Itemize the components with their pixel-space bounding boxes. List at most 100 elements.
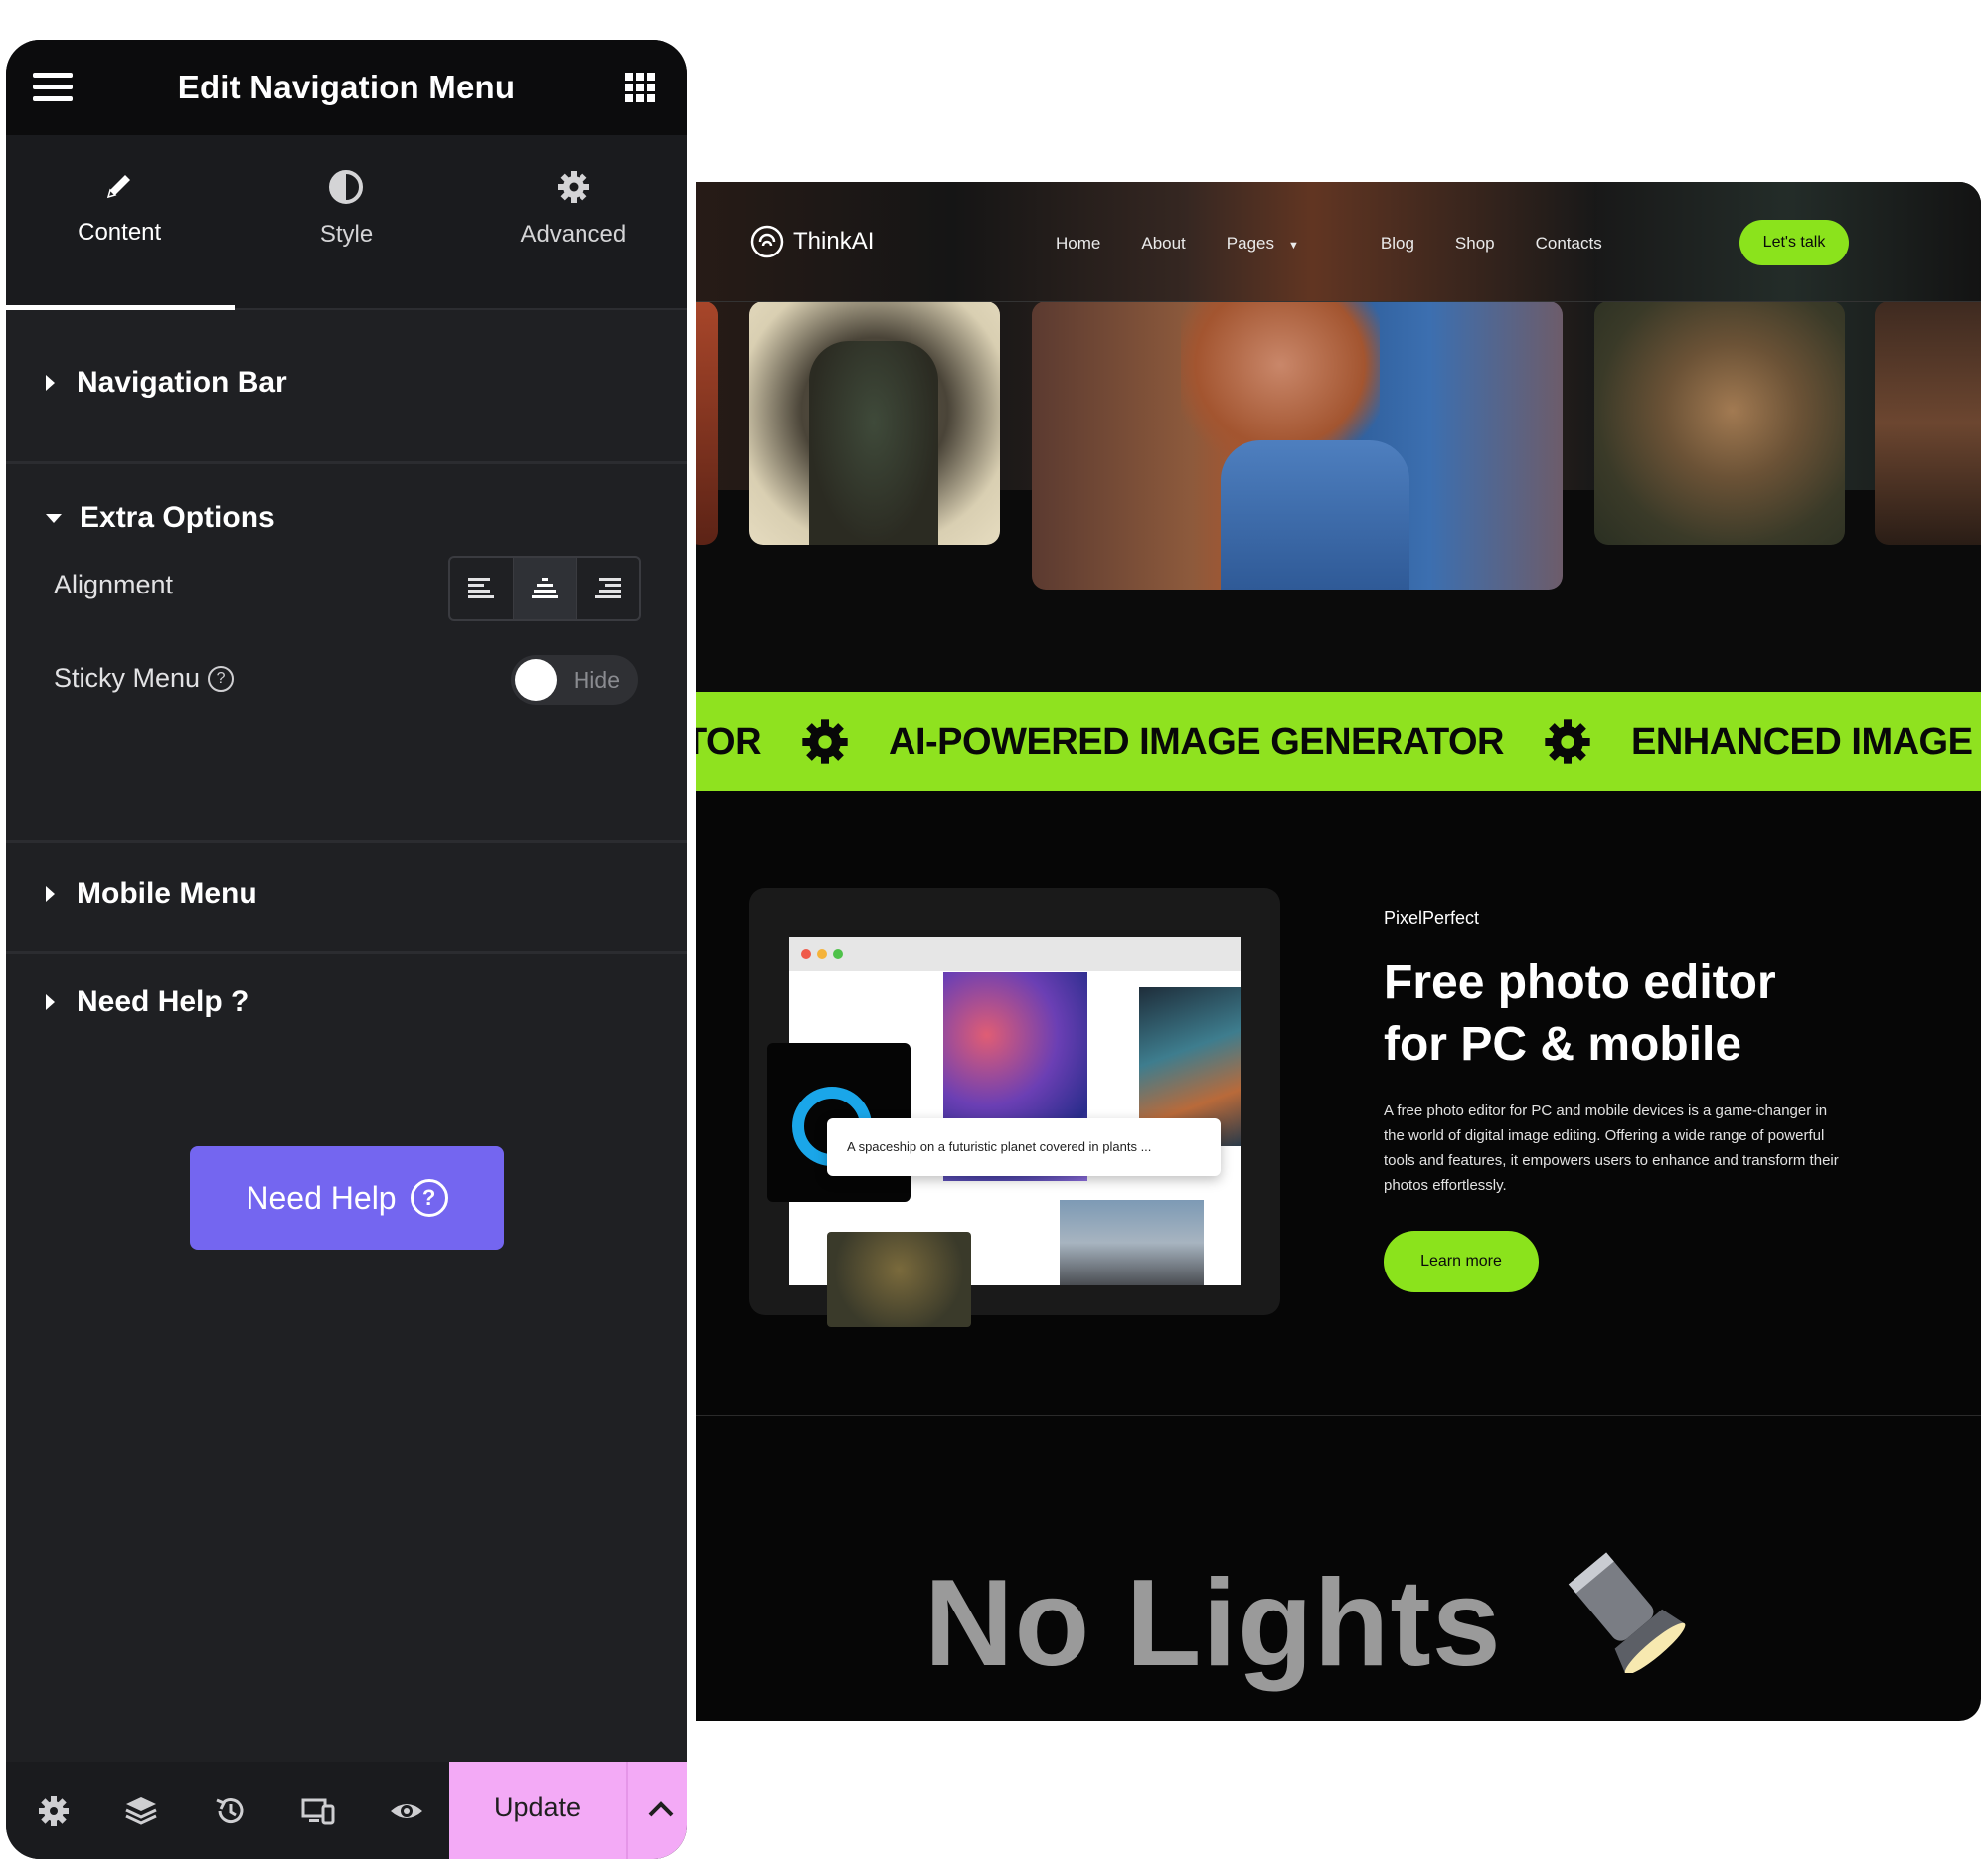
tab-style-label: Style [319,221,374,248]
woman-face [1181,301,1380,460]
gallery-image-woman [1032,301,1563,590]
site-nav: ThinkAI Home About Pages ▼ Blog Shop Cont… [696,182,1981,302]
align-center-button[interactable] [512,558,577,619]
window-dot-green [833,949,843,959]
site-logo[interactable]: ThinkAI [749,224,874,259]
alignment-control [448,556,641,621]
extra-options-toggle[interactable]: Extra Options [46,501,275,535]
mockup-browser-bar [789,937,1241,971]
chevron-down-icon: ▼ [1288,240,1299,252]
nav-links: Home About Pages ▼ Blog Shop Contacts [1056,234,1643,254]
marquee-track: TOR AI-POWERED IMAGE GENERATOR [696,692,1973,791]
marquee-text-3: ENHANCED IMAGE [1631,720,1973,763]
no-lights-text: No Lights [924,1555,1502,1692]
section-extra-options: Extra Options [6,461,687,843]
tab-advanced[interactable]: Advanced [460,135,687,308]
update-label: Update [494,1792,581,1822]
tab-advanced-label: Advanced [520,221,627,248]
panel-header: Edit Navigation Menu [6,40,687,135]
gallery-image-partial-left [696,301,718,545]
caret-right-icon [46,375,55,391]
brand-name: ThinkAI [793,228,875,254]
marquee-text-2: AI-POWERED IMAGE GENERATOR [889,720,1504,763]
lets-talk-button[interactable]: Let's talk [1740,220,1849,265]
navigation-bar-toggle[interactable]: Navigation Bar [46,366,287,400]
gallery-image-cat [1594,301,1845,545]
gallery-image-partial-right [1875,301,1981,545]
marquee-text-1: TOR [696,720,762,763]
denim-jacket [1221,440,1409,590]
align-right-icon [594,578,621,598]
window-dot-yellow [817,949,827,959]
align-left-button[interactable] [450,558,513,619]
panel-title: Edit Navigation Menu [177,69,516,105]
caret-right-icon [46,994,55,1010]
brain-logo-icon [750,225,784,258]
responsive-icon[interactable] [300,1793,336,1829]
headline-line-1: Free photo editor [1384,956,1776,1009]
gear-icon [557,171,589,203]
flashlight-icon [1568,1552,1686,1675]
nav-about[interactable]: About [1141,234,1185,254]
no-lights-heading: No Lights [924,1544,1686,1694]
mobile-menu-toggle[interactable]: Mobile Menu [46,877,257,911]
section-headline: Free photo editor for PC & mobile [1384,952,1776,1076]
navigation-bar-heading: Navigation Bar [77,366,287,399]
panel-tabs: Content Style Advanced [6,135,687,310]
preview-eye-icon[interactable] [389,1793,424,1829]
nav-blog[interactable]: Blog [1381,234,1414,254]
gear-icon [1545,719,1590,764]
update-button[interactable]: Update [449,1762,687,1859]
editor-panel: Edit Navigation Menu Content Style Advan… [6,40,687,1859]
mockup-street-image [1060,1200,1204,1285]
hamburger-menu-icon[interactable] [33,73,73,102]
tab-content[interactable]: Content [6,135,236,310]
caret-right-icon [46,886,55,902]
mockup-prompt-box: A spaceship on a futuristic planet cover… [827,1118,1221,1176]
gallery-image-couple [749,301,1000,545]
settings-icon[interactable] [36,1793,72,1829]
headline-line-2: for PC & mobile [1384,1018,1742,1071]
marquee-banner: TOR AI-POWERED IMAGE GENERATOR [696,692,1981,791]
sticky-menu-label: Sticky Menu ? [54,663,235,694]
history-icon[interactable] [213,1793,248,1829]
need-help-heading: Need Help ? [77,985,249,1018]
question-circle-icon: ? [410,1179,448,1217]
align-right-button[interactable] [576,558,639,619]
alignment-label: Alignment [54,570,174,599]
site-preview: ThinkAI Home About Pages ▼ Blog Shop Cont… [696,182,1981,1721]
layers-icon[interactable] [123,1793,159,1829]
window-dot-red [801,949,811,959]
section-divider [696,1415,1981,1416]
caret-down-icon [46,513,62,523]
section-eyebrow: PixelPerfect [1384,908,1480,928]
need-help-button[interactable]: Need Help ? [190,1146,504,1250]
hero-gallery: ThinkAI Home About Pages ▼ Blog Shop Cont… [696,182,1981,709]
apps-grid-icon[interactable] [625,73,655,102]
panel-footer: Update [6,1762,687,1859]
need-help-toggle[interactable]: Need Help ? [46,985,248,1019]
section-navigation-bar: Navigation Bar [6,308,687,464]
couple-figures [809,341,938,545]
gear-icon [802,719,848,764]
nav-shop[interactable]: Shop [1455,234,1495,254]
nav-pages[interactable]: Pages ▼ [1227,234,1340,254]
help-circle-icon[interactable]: ? [208,665,235,692]
mockup-robot-toy-image [827,1232,971,1327]
nav-contacts[interactable]: Contacts [1536,234,1602,254]
learn-more-button[interactable]: Learn more [1384,1231,1539,1292]
chevron-up-icon[interactable] [646,1789,676,1829]
sticky-menu-text: Sticky Menu [54,663,201,693]
tab-content-label: Content [78,219,162,246]
nav-pages-label: Pages [1226,234,1274,253]
half-circle-icon [329,170,364,204]
pencil-icon [107,175,131,199]
nav-home[interactable]: Home [1056,234,1100,254]
align-left-icon [468,578,495,598]
tab-style[interactable]: Style [233,135,459,308]
sticky-menu-toggle[interactable]: Hide [511,655,638,705]
extra-options-heading: Extra Options [80,501,275,534]
align-center-icon [532,578,558,598]
need-help-button-label: Need Help [246,1179,397,1216]
toggle-state-label: Hide [573,667,620,693]
